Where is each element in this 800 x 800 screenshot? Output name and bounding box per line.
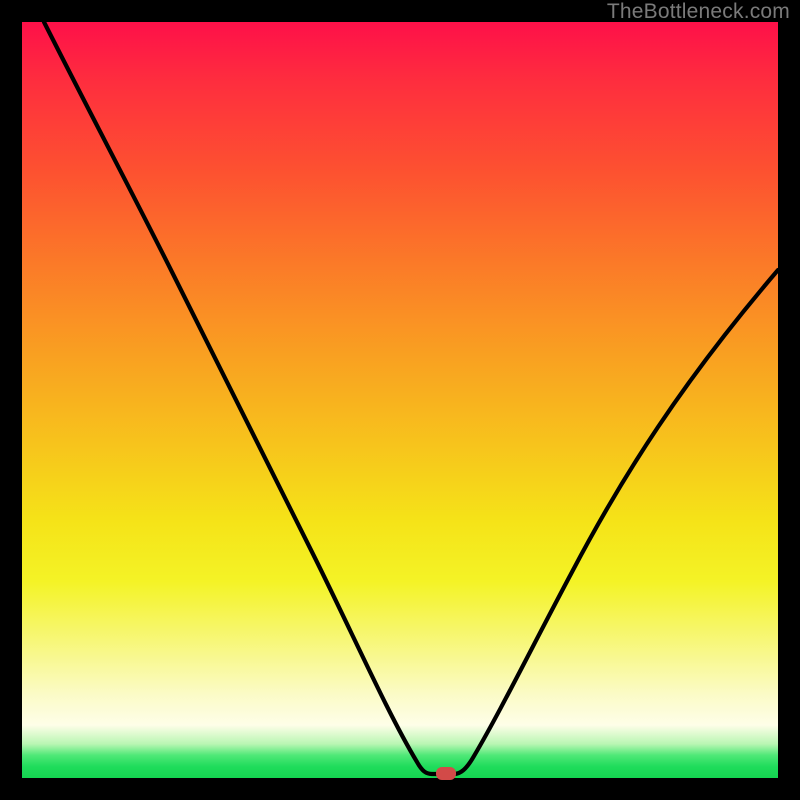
optimal-marker: [436, 767, 456, 780]
watermark-text: TheBottleneck.com: [607, 0, 790, 24]
bottleneck-curve: [44, 22, 778, 774]
plot-area: [22, 22, 778, 778]
curve-svg: [22, 22, 778, 778]
chart-frame: TheBottleneck.com: [0, 0, 800, 800]
